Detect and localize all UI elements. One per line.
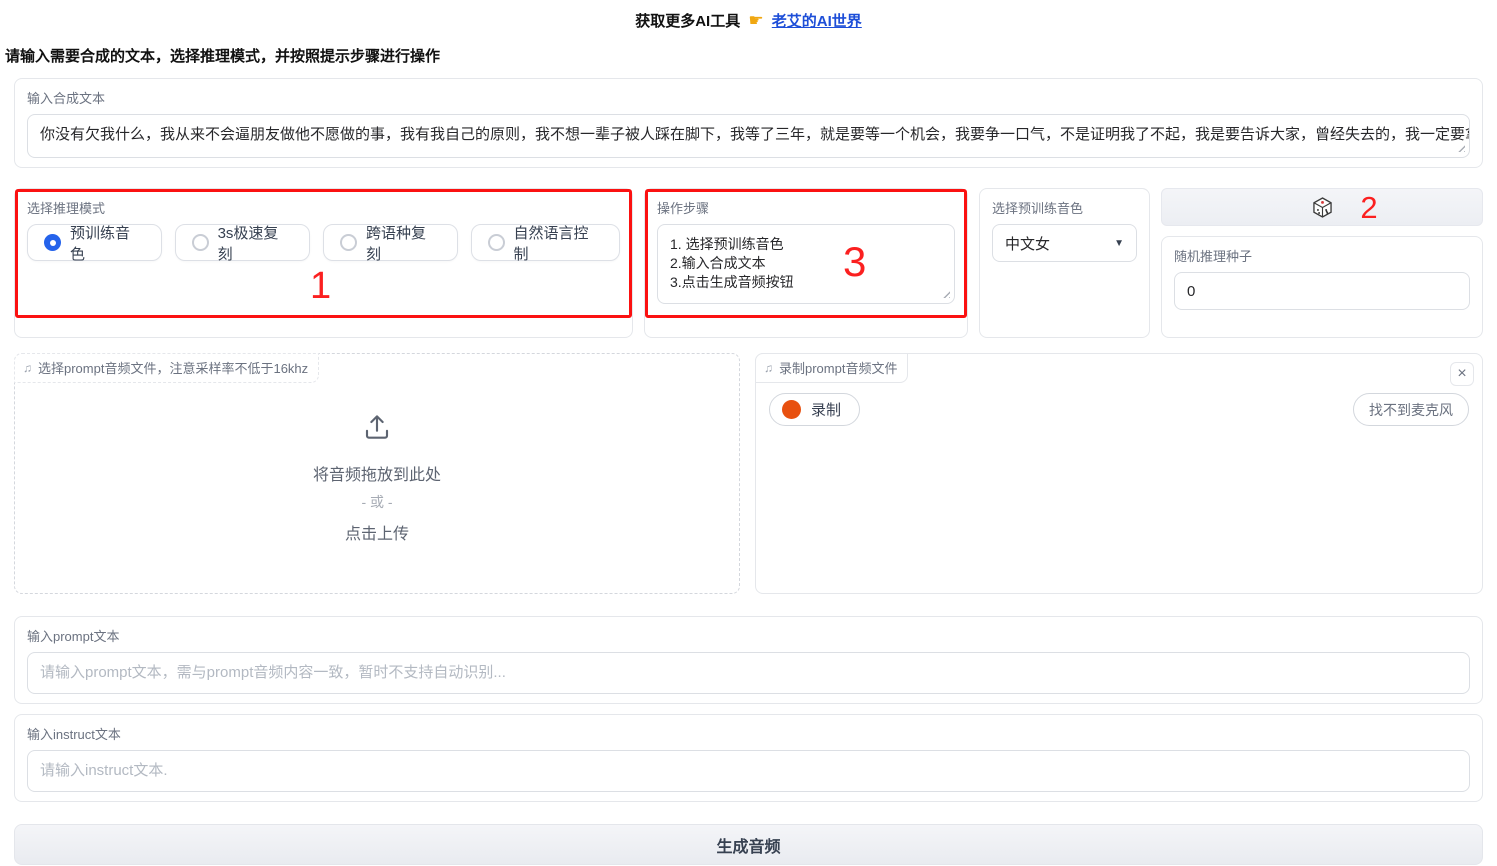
music-note-icon: ♫: [23, 360, 32, 375]
radio-3s-clone[interactable]: 3s极速复刻: [174, 224, 310, 263]
tts-text-input[interactable]: 你没有欠我什么，我从来不会逼朋友做他不愿做的事，我有我自己的原则，我不想一辈子被…: [27, 114, 1470, 158]
record-panel-label: ♫ 录制prompt音频文件: [755, 353, 909, 383]
upload-label-text: 选择prompt音频文件，注意采样率不低于16khz: [38, 361, 309, 376]
voice-dropdown-value: 中文女: [1005, 235, 1051, 253]
radio-label: 3s极速复刻: [217, 224, 279, 263]
header-text: 获取更多AI工具: [635, 13, 741, 30]
radio-label: 自然语言控制: [513, 224, 589, 263]
record-label-text: 录制prompt音频文件: [779, 361, 898, 376]
instruct-text-label: 输入instruct文本: [27, 727, 121, 742]
close-icon[interactable]: ×: [1450, 362, 1474, 386]
inference-mode-block: 选择推理模式 预训练音色 3s极速复刻 跨语种复刻 自然语言控制 1: [14, 188, 633, 338]
steps-block: 操作步骤 1. 选择预训练音色 2.输入合成文本 3.点击生成音频按钮 3: [644, 188, 968, 338]
page-header: 获取更多AI工具 ☛ 老艾的AI世界: [0, 0, 1497, 31]
annotation-number-1: 1: [310, 265, 332, 307]
upload-panel-label: ♫ 选择prompt音频文件，注意采样率不低于16khz: [14, 353, 320, 383]
radio-unselected-icon: [339, 234, 357, 251]
random-seed-button[interactable]: 2: [1161, 188, 1483, 226]
generate-audio-button[interactable]: 生成音频: [14, 824, 1483, 865]
prompt-text-input[interactable]: [27, 652, 1470, 694]
site-link[interactable]: 老艾的AI世界: [772, 13, 862, 30]
inference-mode-radio-group: 预训练音色 3s极速复刻 跨语种复刻 自然语言控制: [27, 224, 621, 263]
drop-hint-text: 将音频拖放到此处: [312, 467, 441, 484]
voice-select-block: 选择预训练音色 中文女 ▼: [979, 188, 1150, 338]
prompt-audio-upload-panel[interactable]: ♫ 选择prompt音频文件，注意采样率不低于16khz 将音频拖放到此处 - …: [14, 353, 740, 594]
audio-row: ♫ 选择prompt音频文件，注意采样率不低于16khz 将音频拖放到此处 - …: [14, 353, 1483, 594]
click-upload-text[interactable]: 点击上传: [15, 520, 739, 544]
voice-dropdown[interactable]: 中文女 ▼: [992, 224, 1137, 262]
radio-unselected-icon: [487, 234, 505, 251]
record-button-label: 录制: [811, 402, 842, 419]
radio-label: 跨语种复刻: [365, 224, 426, 263]
radio-label: 预训练音色: [70, 224, 131, 263]
instruction-text: 请输入需要合成的文本，选择推理模式，并按照提示步骤进行操作: [5, 48, 441, 65]
or-text: - 或 -: [361, 494, 393, 510]
record-button[interactable]: 录制: [769, 393, 861, 426]
annotation-number-2: 2: [1360, 190, 1378, 225]
steps-textarea[interactable]: 1. 选择预训练音色 2.输入合成文本 3.点击生成音频按钮: [657, 224, 955, 304]
tts-text-block: 输入合成文本 你没有欠我什么，我从来不会逼朋友做他不愿做的事，我有我自己的原则，…: [14, 78, 1483, 168]
instruct-text-block: 输入instruct文本: [14, 714, 1483, 802]
radio-crosslingual-clone[interactable]: 跨语种复刻: [322, 224, 458, 263]
radio-natural-language-control[interactable]: 自然语言控制: [470, 224, 621, 263]
annotation-number-3: 3: [843, 238, 867, 285]
options-row: 选择推理模式 预训练音色 3s极速复刻 跨语种复刻 自然语言控制 1 操作步骤 …: [14, 188, 1483, 338]
upload-dropzone[interactable]: 将音频拖放到此处 - 或 - 点击上传: [15, 412, 739, 544]
seed-block: 随机推理种子: [1161, 236, 1483, 338]
radio-pretrained-voice[interactable]: 预训练音色: [27, 224, 162, 263]
steps-label: 操作步骤: [657, 201, 710, 216]
record-dot-icon: [782, 400, 801, 419]
tts-text-label: 输入合成文本: [27, 91, 106, 106]
upload-icon: [365, 415, 389, 439]
radio-selected-icon: [44, 234, 61, 251]
seed-label: 随机推理种子: [1174, 249, 1253, 264]
dice-icon: [1312, 196, 1332, 218]
inference-mode-label: 选择推理模式: [27, 201, 106, 216]
chevron-down-icon: ▼: [1114, 237, 1124, 249]
seed-column: 2 随机推理种子: [1161, 188, 1483, 338]
no-microphone-button[interactable]: 找不到麦克风: [1353, 393, 1469, 426]
main-container: 输入合成文本 你没有欠我什么，我从来不会逼朋友做他不愿做的事，我有我自己的原则，…: [0, 78, 1497, 865]
prompt-text-label: 输入prompt文本: [27, 629, 120, 644]
seed-input[interactable]: [1174, 272, 1470, 310]
music-note-icon: ♫: [764, 360, 773, 375]
voice-select-label: 选择预训练音色: [992, 201, 1084, 216]
prompt-audio-record-panel: ♫ 录制prompt音频文件 × 录制 找不到麦克风: [755, 353, 1483, 594]
prompt-text-block: 输入prompt文本: [14, 616, 1483, 704]
radio-unselected-icon: [191, 234, 209, 251]
instruct-text-input[interactable]: [27, 750, 1470, 792]
pointing-hand-icon: ☛: [748, 11, 764, 30]
